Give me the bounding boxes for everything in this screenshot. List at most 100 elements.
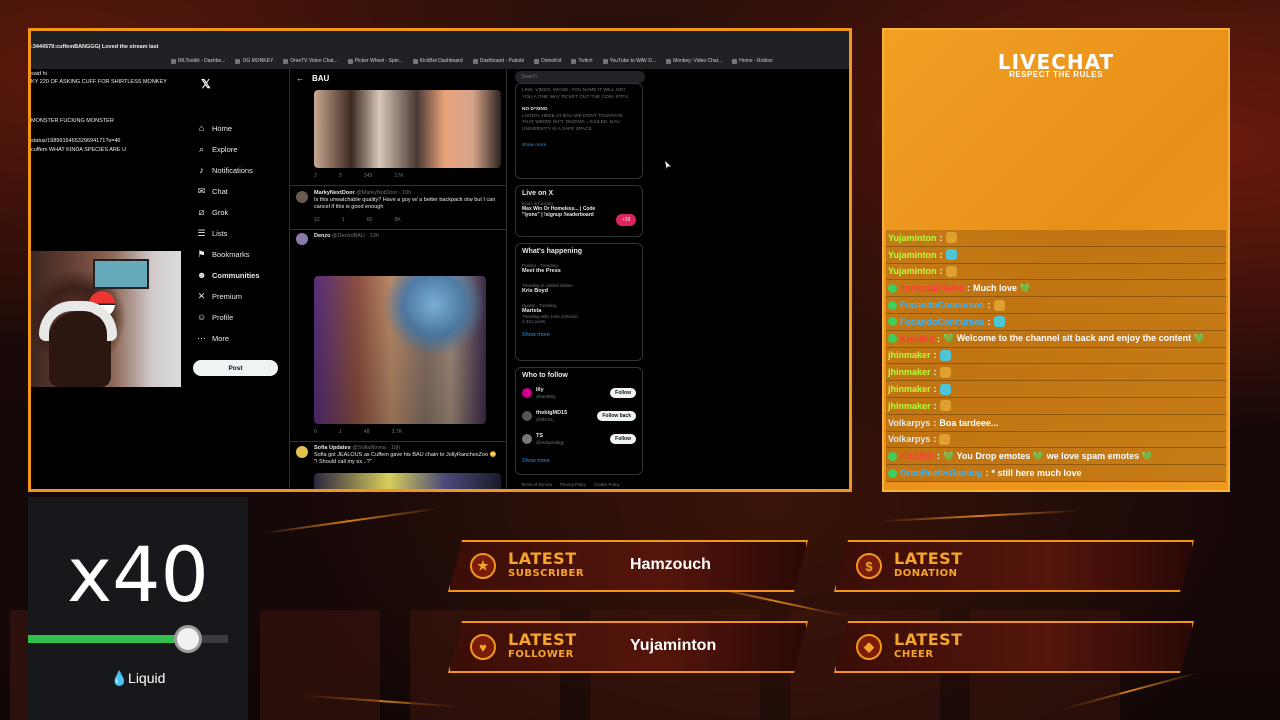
- nav-premium[interactable]: ✕ Premium: [197, 291, 242, 302]
- x-icon: ✕: [197, 291, 206, 301]
- chat-username[interactable]: FocandoConcursos: [900, 317, 985, 327]
- view-count[interactable]: 3.7K: [392, 429, 403, 435]
- chat-username[interactable]: ImmortalFlame: [900, 283, 964, 293]
- chat-username[interactable]: jhinmaker: [888, 401, 931, 411]
- chat-username[interactable]: KickBot: [900, 451, 934, 461]
- bookmark[interactable]: Monkey: Video Chat...: [666, 58, 722, 64]
- trend-name[interactable]: Meet the Press: [522, 268, 636, 274]
- follow-name[interactable]: thebigMD15: [536, 410, 567, 416]
- bookmark[interactable]: KickBot Dashboard: [413, 58, 463, 64]
- tweet-text: "I Should call my ex...?": [314, 459, 372, 465]
- avatar[interactable]: [296, 446, 308, 458]
- footer-link[interactable]: Privacy Policy: [560, 482, 586, 487]
- x-logo-icon[interactable]: 𝕏: [201, 77, 211, 91]
- live-count[interactable]: +28: [616, 214, 636, 226]
- emote-icon: [945, 265, 957, 277]
- nav-chat[interactable]: ✉ Chat: [197, 187, 228, 197]
- like-count[interactable]: 48: [364, 429, 370, 435]
- stat-label: DONATION: [894, 568, 958, 579]
- chat-username[interactable]: Volkarpys: [888, 418, 930, 428]
- follow-button[interactable]: Follow: [610, 388, 636, 398]
- follow-name[interactable]: lily: [536, 387, 544, 393]
- tweet-image[interactable]: [314, 276, 486, 424]
- follow-name[interactable]: TS: [536, 433, 543, 439]
- heart-icon: ♥: [470, 634, 496, 660]
- show-more-link[interactable]: Show more: [522, 458, 550, 464]
- x-sidebar: 𝕏 ⌂ Home ⌕ Explore ♪ Notifications ✉ Chat ⧄ G…: [189, 69, 289, 489]
- tweet[interactable]: Denzo @DenzoBAU · 13h: [314, 233, 502, 240]
- back-arrow-icon[interactable]: ←: [296, 74, 304, 83]
- latest-follower: ♥ LATEST FOLLOWER Yujaminton: [448, 621, 808, 673]
- show-more-link[interactable]: Show more: [522, 332, 636, 338]
- nav-communities[interactable]: ☻ Communities: [197, 271, 260, 281]
- avatar[interactable]: [296, 233, 308, 245]
- nav-grok[interactable]: ⧄ Grok: [197, 208, 229, 218]
- chat-username[interactable]: jhinmaker: [888, 367, 931, 377]
- footer-link[interactable]: Cookie Policy: [594, 482, 619, 487]
- tweet[interactable]: Sofia Updates @SofiaNovita · 10h Sofia g…: [314, 445, 502, 466]
- show-more-link[interactable]: Show more: [522, 143, 636, 150]
- chat-username[interactable]: FocandoConcursos: [900, 300, 985, 310]
- bookmark[interactable]: YouTube to WAV D...: [603, 58, 657, 64]
- bookmark[interactable]: Picker Wheel - Spin...: [348, 58, 403, 64]
- post-button[interactable]: Post: [193, 360, 278, 376]
- repost-count[interactable]: 1: [342, 217, 345, 223]
- nav-notifications[interactable]: ♪ Notifications: [197, 166, 253, 176]
- avatar[interactable]: [522, 388, 532, 398]
- chat-username[interactable]: jhinmaker: [888, 350, 931, 360]
- search-input[interactable]: Search: [515, 71, 645, 83]
- nav-explore[interactable]: ⌕ Explore: [197, 145, 237, 155]
- bookmark[interactable]: Twitch: [571, 58, 592, 64]
- like-count[interactable]: 245: [364, 173, 373, 179]
- bookmark[interactable]: DistroKid: [534, 58, 561, 64]
- multiplier-widget: x40 💧Liquid: [28, 497, 248, 720]
- nav-bookmarks[interactable]: ⚑ Bookmarks: [197, 250, 249, 260]
- reply-count[interactable]: 12: [314, 217, 320, 223]
- view-count[interactable]: 17K: [394, 173, 403, 179]
- latest-subscriber: ★ LATEST SUBSCRIBER Hamzouch: [448, 540, 808, 592]
- avatar[interactable]: [522, 411, 532, 421]
- chat-username[interactable]: Yujaminton: [888, 250, 937, 260]
- stream-chat-left: :3444579:cuffemBANGGG| Loved the stream …: [31, 43, 181, 243]
- chat-text: 💚 You Drop emotes 💚 we love spam emotes …: [943, 450, 1153, 461]
- live-title[interactable]: Max Win Or Homeless... | Code "lyons" | …: [522, 206, 612, 218]
- repost-count[interactable]: 3: [339, 173, 342, 179]
- chat-username[interactable]: jhinmaker: [888, 384, 931, 394]
- footer-link[interactable]: Terms of Service: [521, 482, 552, 487]
- chat-username[interactable]: Yujaminton: [888, 266, 937, 276]
- chat-username[interactable]: Yujaminton: [888, 233, 937, 243]
- trend-name[interactable]: Kris Boyd: [522, 288, 636, 294]
- follow-back-button[interactable]: Follow back: [597, 411, 636, 421]
- list-icon: ☰: [197, 228, 206, 238]
- view-count[interactable]: 8K: [394, 217, 400, 223]
- avatar[interactable]: [296, 191, 308, 203]
- chat-username[interactable]: GrimReeferGaming: [900, 468, 983, 478]
- chat-message: Volkarpys:: [886, 431, 1226, 449]
- bookmark[interactable]: OmeTV Video Chat...: [283, 58, 337, 64]
- nav-more[interactable]: ⋯ More: [197, 334, 229, 344]
- bookmark[interactable]: Home - Roblox: [732, 58, 772, 64]
- chat-username[interactable]: Volkarpys: [888, 434, 930, 444]
- reply-count[interactable]: 2: [314, 173, 317, 179]
- live-on-x: Live on X lyons is hosting Max Win Or Ho…: [515, 185, 643, 237]
- community-rules: LINK, VIDEO, IMAGE, YOU NAME IT WILL GET…: [515, 83, 643, 179]
- nav-lists[interactable]: ☰ Lists: [197, 228, 227, 239]
- bookmark[interactable]: OG MONKEY: [235, 58, 273, 64]
- tweet[interactable]: MarkyNextDoor @MarkyNotDoor · 10h Is thi…: [314, 190, 502, 211]
- feed-title: BAU: [312, 73, 330, 83]
- chat-separator: :: [987, 300, 991, 311]
- repost-count[interactable]: 1: [339, 429, 342, 435]
- follow-button[interactable]: Follow: [610, 434, 636, 444]
- nav-profile[interactable]: ☺ Profile: [197, 313, 233, 323]
- bookmark[interactable]: Dashboard - Pubobi: [473, 58, 524, 64]
- reply-count[interactable]: 6: [314, 429, 317, 435]
- nav-home[interactable]: ⌂ Home: [197, 124, 232, 134]
- tweet-image[interactable]: [314, 473, 501, 489]
- chat-message: Volkarpys: Boa tardeee...: [886, 414, 1226, 432]
- like-count[interactable]: 60: [367, 217, 373, 223]
- avatar[interactable]: [522, 434, 532, 444]
- gem-icon: ◆: [856, 634, 882, 660]
- tweet-image[interactable]: [314, 90, 501, 168]
- chat-username[interactable]: KickBot: [900, 334, 934, 344]
- section-title: Who to follow: [522, 372, 568, 379]
